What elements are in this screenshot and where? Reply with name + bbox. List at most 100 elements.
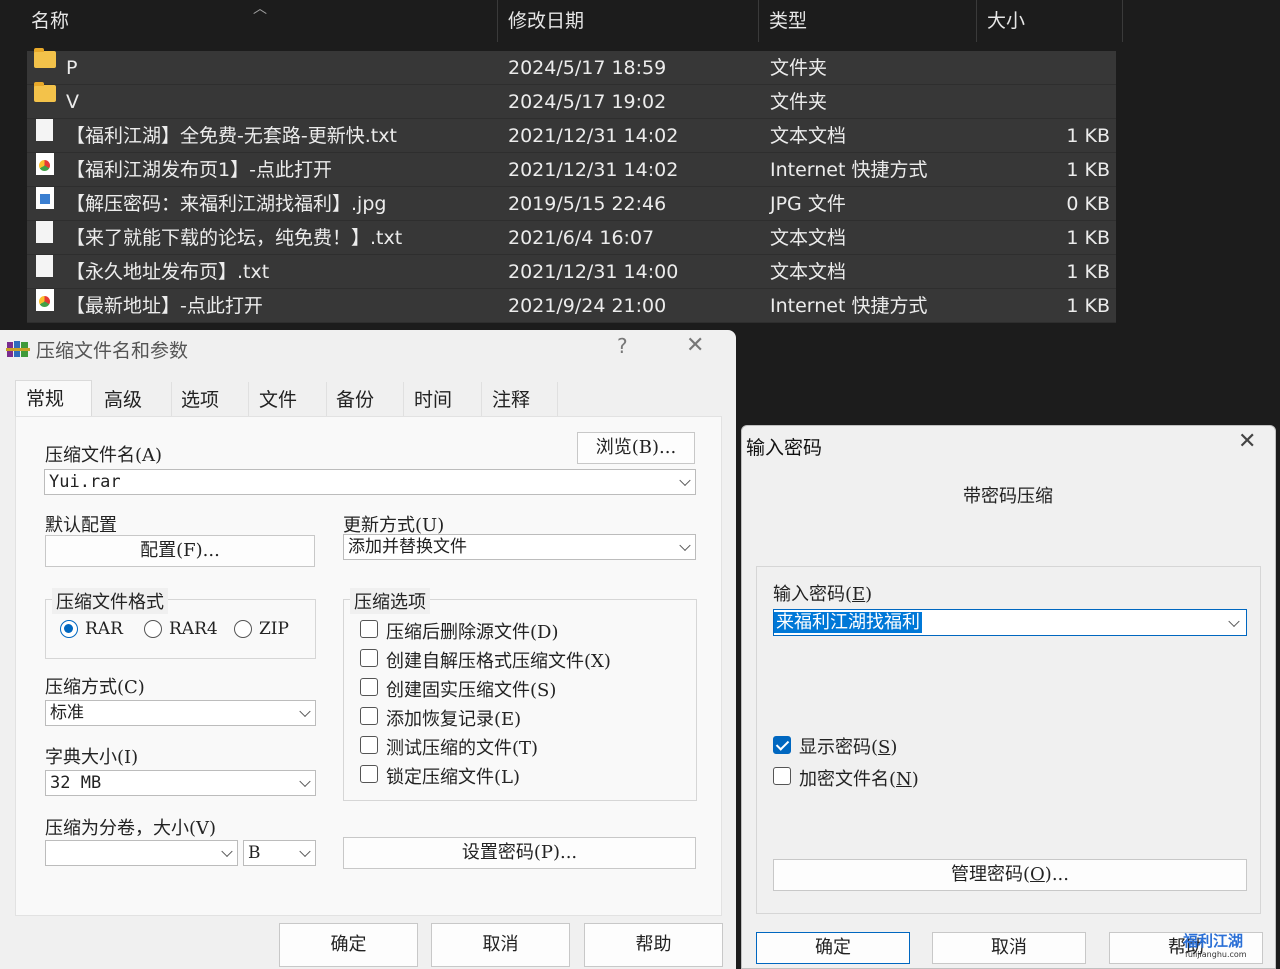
chevron-down-icon[interactable] bbox=[221, 845, 233, 858]
option-checkbox[interactable] bbox=[360, 620, 378, 638]
option-checkbox[interactable] bbox=[360, 765, 378, 783]
dictionary-size-combo[interactable]: 32 MB bbox=[45, 770, 316, 796]
update-mode-combo[interactable]: 添加并替换文件 bbox=[343, 534, 696, 560]
file-type: 文件夹 bbox=[770, 57, 828, 79]
cancel-button[interactable]: 取消 bbox=[932, 932, 1086, 964]
text-file-icon bbox=[36, 255, 53, 277]
help-button[interactable]: 帮助 bbox=[584, 923, 723, 967]
close-icon[interactable]: ✕ bbox=[1238, 429, 1256, 454]
file-name: 【永久地址发布页】.txt bbox=[66, 261, 270, 283]
ok-button[interactable]: 确定 bbox=[756, 932, 910, 964]
option-label: 添加恢复记录(E) bbox=[386, 709, 522, 730]
dialog-title-bar[interactable]: 压缩文件名和参数 ? ✕ bbox=[0, 330, 736, 366]
split-size-combo[interactable] bbox=[45, 840, 238, 866]
close-icon[interactable]: ✕ bbox=[686, 333, 704, 358]
winrar-books-icon bbox=[6, 341, 30, 357]
file-size: 1 KB bbox=[1066, 261, 1110, 283]
set-password-button[interactable]: 设置密码(P)... bbox=[343, 837, 696, 869]
tab-time[interactable]: 时间 bbox=[404, 382, 482, 418]
file-type: Internet 快捷方式 bbox=[770, 295, 928, 317]
file-row[interactable]: 【最新地址】-点此打开 2021/9/24 21:00 Internet 快捷方式 1… bbox=[27, 289, 1116, 323]
file-row[interactable]: P 2024/5/17 18:59 文件夹 bbox=[27, 48, 1116, 85]
option-checkbox[interactable] bbox=[360, 678, 378, 696]
tab-options[interactable]: 选项 bbox=[171, 382, 249, 418]
file-row[interactable]: 【福利江湖】全免费-无套路-更新快.txt 2021/12/31 14:02 文本文… bbox=[27, 119, 1116, 153]
file-name: 【福利江湖】全免费-无套路-更新快.txt bbox=[66, 125, 397, 147]
file-size: 0 KB bbox=[1066, 193, 1110, 215]
watermark-url: fulijianghu.com bbox=[1185, 950, 1247, 959]
file-size: 1 KB bbox=[1066, 227, 1110, 249]
column-header-date[interactable]: 修改日期 bbox=[498, 0, 584, 42]
option-checkbox[interactable] bbox=[360, 736, 378, 754]
column-header-name[interactable]: 名称 bbox=[21, 0, 69, 42]
cancel-button[interactable]: 取消 bbox=[431, 923, 570, 967]
archive-name-label: 压缩文件名(A) bbox=[45, 445, 163, 466]
help-icon[interactable]: ? bbox=[617, 334, 628, 358]
text-file-icon bbox=[36, 221, 53, 243]
tab-general[interactable]: 常规 bbox=[15, 380, 92, 418]
file-size: 1 KB bbox=[1066, 295, 1110, 317]
file-size: 1 KB bbox=[1066, 159, 1110, 181]
column-header-size[interactable]: 大小 bbox=[977, 0, 1025, 42]
option-checkbox[interactable] bbox=[360, 649, 378, 667]
file-name: 【来了就能下载的论坛，纯免费！】.txt bbox=[66, 227, 403, 249]
radio-rar4[interactable] bbox=[144, 620, 162, 638]
split-unit-value: B bbox=[248, 843, 261, 863]
tab-files[interactable]: 文件 bbox=[249, 382, 327, 418]
split-unit-combo[interactable]: B bbox=[243, 840, 316, 866]
archive-format-group: 压缩文件格式 RAR RAR4 ZIP bbox=[45, 588, 316, 659]
radio-zip[interactable] bbox=[234, 620, 252, 638]
update-mode-value: 添加并替换文件 bbox=[348, 537, 467, 557]
file-modified-date: 2021/12/31 14:02 bbox=[508, 159, 679, 181]
option-checkbox[interactable] bbox=[360, 707, 378, 725]
file-row[interactable]: 【永久地址发布页】.txt 2021/12/31 14:00 文本文档 1 KB bbox=[27, 255, 1116, 289]
show-password-checkbox[interactable] bbox=[773, 736, 791, 754]
file-row[interactable]: V 2024/5/17 19:02 文件夹 bbox=[27, 82, 1116, 119]
radio-rar-label: RAR bbox=[85, 619, 123, 639]
chevron-down-icon[interactable] bbox=[1228, 615, 1240, 627]
browse-button[interactable]: 浏览(B)... bbox=[577, 432, 695, 464]
password-value: 来福利江湖找福利 bbox=[774, 612, 922, 633]
archive-name-and-parameters-dialog: 压缩文件名和参数 ? ✕ 常规 高级 选项 文件 备份 时间 注释 压缩文件名(… bbox=[0, 330, 736, 969]
file-type: 文件夹 bbox=[770, 91, 828, 113]
chevron-down-icon[interactable] bbox=[299, 705, 311, 718]
file-name: 【福利江湖发布页1】-点此打开 bbox=[66, 159, 332, 181]
file-modified-date: 2024/5/17 18:59 bbox=[508, 57, 667, 79]
archiving-options-title: 压缩选项 bbox=[350, 588, 430, 614]
radio-rar[interactable] bbox=[60, 620, 78, 638]
compression-method-combo[interactable]: 标准 bbox=[45, 700, 316, 726]
chevron-down-icon[interactable] bbox=[299, 775, 311, 788]
file-row[interactable]: 【来了就能下载的论坛，纯免费！】.txt 2021/6/4 16:07 文本文档 1 … bbox=[27, 221, 1116, 255]
file-modified-date: 2021/12/31 14:02 bbox=[508, 125, 679, 147]
profiles-button[interactable]: 配置(F)... bbox=[45, 535, 315, 567]
tab-backup[interactable]: 备份 bbox=[326, 382, 404, 418]
column-divider[interactable] bbox=[1122, 0, 1123, 42]
file-explorer: ︿ 名称 修改日期 类型 大小 P 2024/5/17 18:59 文件夹 V 2024… bbox=[0, 0, 1280, 330]
tab-comment[interactable]: 注释 bbox=[482, 382, 558, 418]
chevron-down-icon[interactable] bbox=[679, 474, 691, 487]
file-type: JPG 文件 bbox=[770, 193, 846, 215]
file-name: 【最新地址】-点此打开 bbox=[66, 295, 263, 317]
chevron-down-icon[interactable] bbox=[679, 539, 691, 552]
encrypt-file-names-checkbox[interactable] bbox=[773, 767, 791, 785]
column-headers: ︿ 名称 修改日期 类型 大小 bbox=[0, 0, 1125, 42]
organize-passwords-button[interactable]: 管理密码(O)... bbox=[773, 859, 1247, 891]
dictionary-size-value: 32 MB bbox=[50, 773, 102, 793]
option-label: 创建固实压缩文件(S) bbox=[386, 680, 557, 701]
file-modified-date: 2024/5/17 19:02 bbox=[508, 91, 667, 113]
show-password-label: 显示密码(S) bbox=[799, 737, 898, 758]
tab-advanced[interactable]: 高级 bbox=[94, 382, 172, 418]
dialog-title-bar[interactable]: 输入密码 ✕ bbox=[742, 426, 1275, 462]
file-row[interactable]: 【福利江湖发布页1】-点此打开 2021/12/31 14:02 Internet … bbox=[27, 153, 1116, 187]
column-header-type[interactable]: 类型 bbox=[759, 0, 807, 42]
file-modified-date: 2021/6/4 16:07 bbox=[508, 227, 655, 249]
sort-ascending-icon: ︿ bbox=[253, 1, 267, 17]
file-row[interactable]: 【解压密码：来福利江湖找福利】.jpg 2019/5/15 22:46 JPG 文件… bbox=[27, 187, 1116, 221]
compression-method-label: 压缩方式(C) bbox=[45, 677, 145, 698]
password-input[interactable]: 来福利江湖找福利 bbox=[773, 609, 1247, 636]
chevron-down-icon[interactable] bbox=[299, 845, 311, 858]
archive-name-combo[interactable]: Yui.rar bbox=[44, 469, 696, 495]
ok-button[interactable]: 确定 bbox=[279, 923, 418, 967]
option-label: 创建自解压格式压缩文件(X) bbox=[386, 651, 611, 672]
archive-name-value: Yui.rar bbox=[49, 472, 121, 492]
